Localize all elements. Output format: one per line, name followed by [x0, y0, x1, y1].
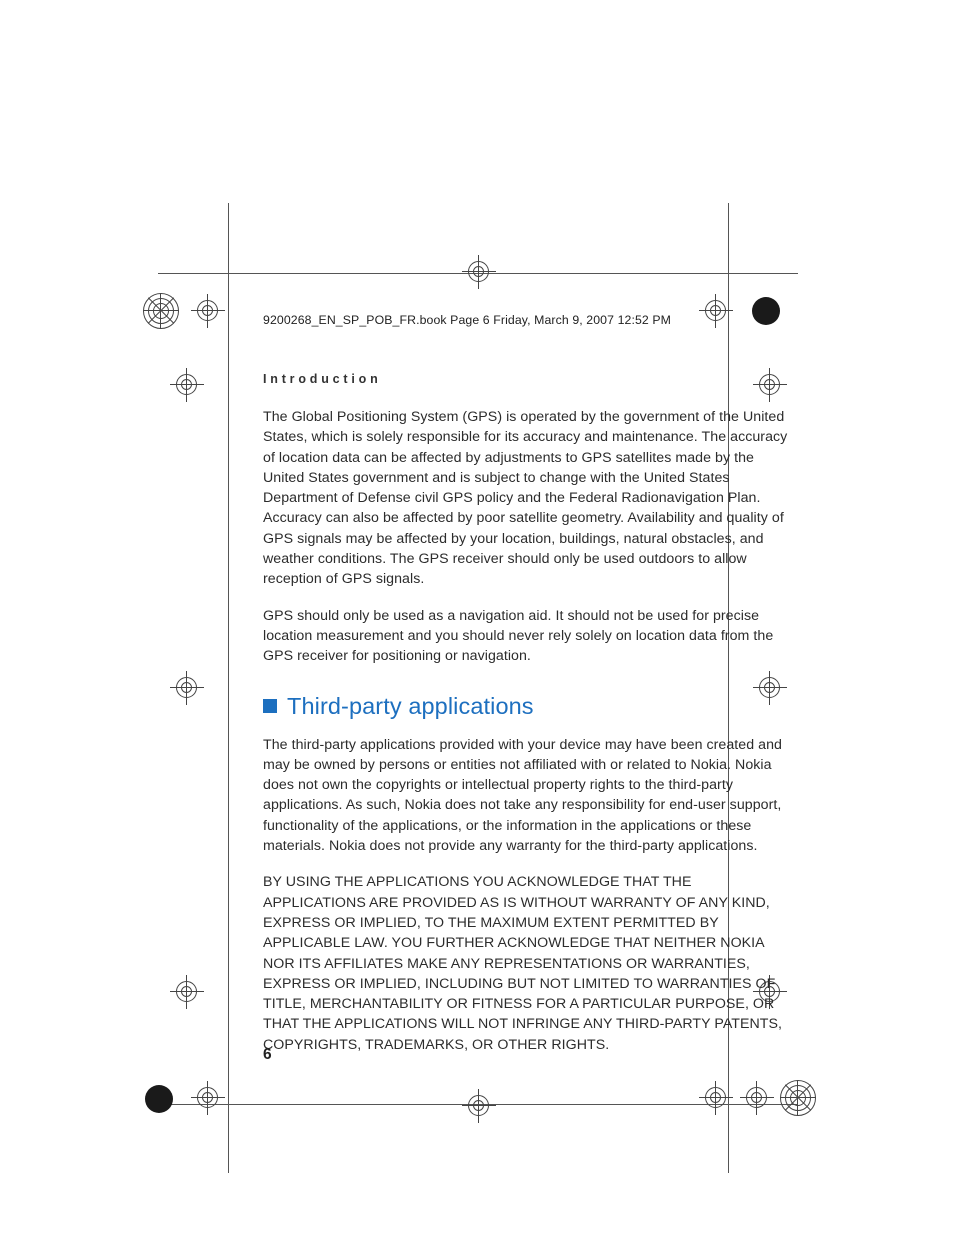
solid-dot-icon [145, 1085, 173, 1113]
document-header-line: 9200268_EN_SP_POB_FR.book Page 6 Friday,… [263, 313, 793, 327]
section-heading: Third-party applications [263, 693, 793, 720]
page-number: 6 [263, 1046, 272, 1064]
registration-star-icon [780, 1080, 816, 1116]
section-label: Introduction [263, 372, 793, 386]
body-paragraph: BY USING THE APPLICATIONS YOU ACKNOWLEDG… [263, 872, 793, 1055]
registration-star-icon [143, 293, 179, 329]
content-area: 9200268_EN_SP_POB_FR.book Page 6 Friday,… [263, 313, 793, 1071]
crop-line [228, 203, 229, 1173]
document-page: 9200268_EN_SP_POB_FR.book Page 6 Friday,… [0, 0, 954, 1235]
body-paragraph: GPS should only be used as a navigation … [263, 606, 793, 667]
body-paragraph: The third-party applications provided wi… [263, 735, 793, 857]
section-heading-title: Third-party applications [287, 693, 534, 720]
section-bullet-icon [263, 699, 277, 713]
body-paragraph: The Global Positioning System (GPS) is o… [263, 407, 793, 590]
